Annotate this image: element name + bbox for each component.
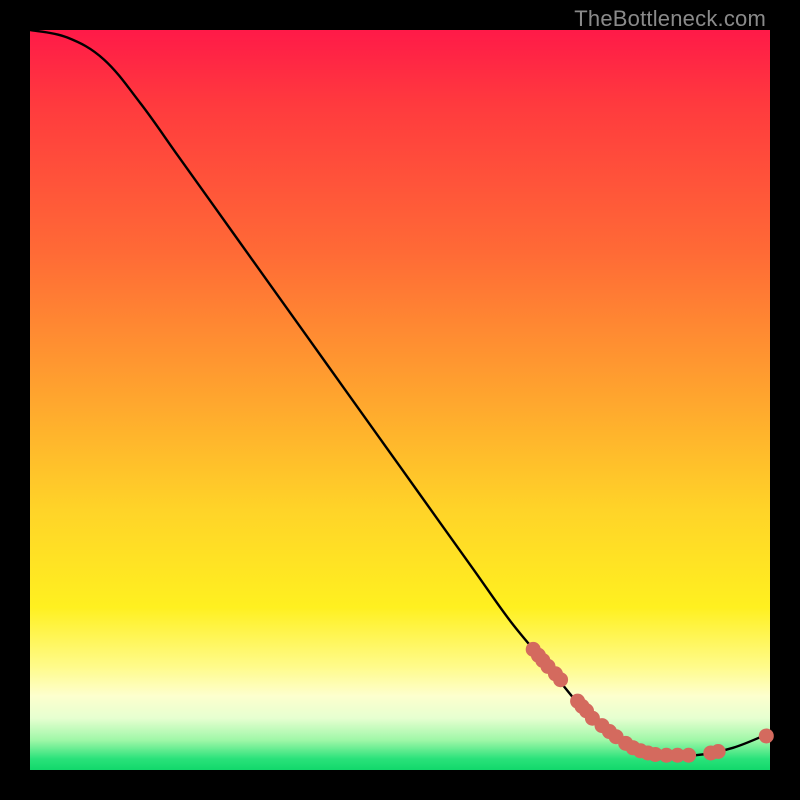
watermark-text: TheBottleneck.com — [574, 6, 766, 32]
data-marker — [711, 744, 726, 759]
chart-svg — [30, 30, 770, 770]
chart-stage: TheBottleneck.com — [0, 0, 800, 800]
data-marker — [681, 748, 696, 763]
plot-area — [30, 30, 770, 770]
data-markers — [526, 642, 774, 763]
bottleneck-curve — [30, 30, 770, 757]
data-marker — [759, 728, 774, 743]
data-marker — [553, 672, 568, 687]
